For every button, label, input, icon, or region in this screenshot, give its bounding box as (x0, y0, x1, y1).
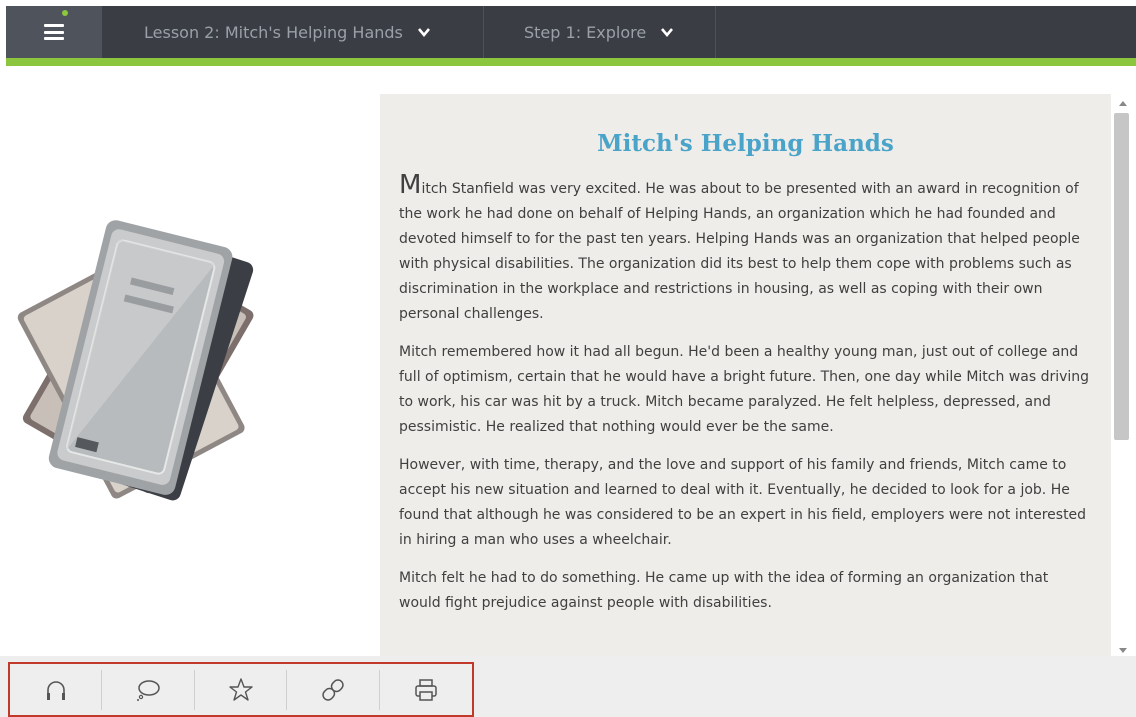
chevron-down-icon (661, 28, 674, 38)
paragraph: However, with time, therapy, and the lov… (399, 457, 1087, 548)
tool-group (8, 662, 474, 717)
scrollbar-thumb[interactable] (1114, 113, 1129, 440)
drop-cap: M (399, 170, 422, 200)
print-icon (415, 678, 437, 701)
step-dropdown-label: Step 1: Explore (524, 22, 647, 42)
chevron-down-icon (417, 28, 430, 38)
star-icon (228, 677, 253, 701)
favorite-button[interactable] (195, 669, 288, 710)
print-button[interactable] (380, 670, 472, 710)
paragraph: Mitch remembered how it had all begun. H… (399, 344, 1090, 435)
hamburger-icon (44, 24, 64, 40)
article-body: Mitch Stanfield was very excited. He was… (380, 157, 1111, 616)
top-nav: Lesson 2: Mitch's Helping Hands Step 1: … (6, 6, 1136, 58)
link-button[interactable] (287, 669, 380, 710)
progress-accent-line (6, 58, 1136, 66)
menu-button[interactable] (6, 6, 102, 58)
step-dropdown[interactable]: Step 1: Explore (484, 6, 716, 58)
headphones-icon (46, 680, 65, 700)
comment-button[interactable] (102, 669, 195, 710)
link-icon (322, 678, 344, 701)
reading-panel: Mitch's Helping Hands Mitch Stanfield wa… (380, 94, 1111, 656)
lesson-dropdown[interactable]: Lesson 2: Mitch's Helping Hands (102, 6, 484, 58)
speech-bubble-icon (137, 679, 160, 701)
notification-dot (62, 10, 68, 16)
paragraph: Mitch felt he had to do something. He ca… (399, 570, 1049, 611)
article-title: Mitch's Helping Hands (597, 130, 894, 157)
books-illustration (17, 220, 254, 501)
listen-button[interactable] (10, 669, 103, 710)
paragraph-text: itch Stanfield was very excited. He was … (399, 181, 1080, 322)
scroll-down-arrow-icon[interactable] (1119, 648, 1127, 653)
scroll-up-arrow-icon[interactable] (1119, 101, 1127, 106)
paragraph: Mitch Stanfield was very excited. He was… (399, 172, 1091, 327)
lesson-dropdown-label: Lesson 2: Mitch's Helping Hands (144, 22, 403, 42)
